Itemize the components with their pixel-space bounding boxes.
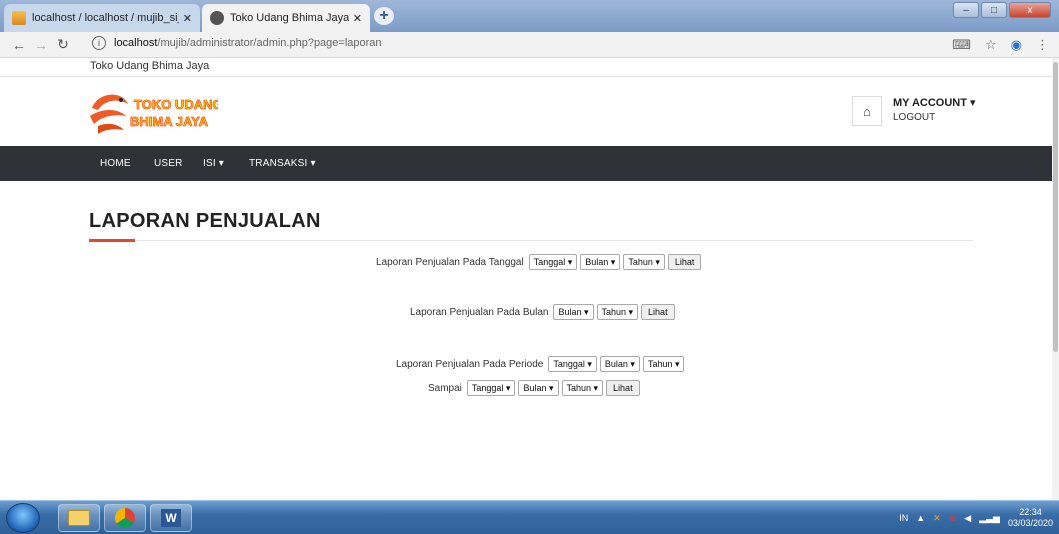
logo-text-line2: BHIMA JAYA bbox=[130, 114, 209, 129]
nav-isi[interactable]: ISI ▾ bbox=[203, 158, 224, 169]
phpmyadmin-icon bbox=[12, 11, 26, 25]
chrome-icon bbox=[115, 508, 135, 528]
nav-user[interactable]: USER bbox=[154, 158, 183, 169]
page-viewport: Toko Udang Bhima Jaya TOKO UDANG BHIMA J… bbox=[0, 58, 1052, 500]
select-bulan-akhir[interactable]: Bulan ▾ bbox=[518, 380, 559, 396]
select-bulan-awal[interactable]: Bulan ▾ bbox=[599, 356, 640, 372]
page-scrollbar[interactable] bbox=[1052, 58, 1059, 500]
clock[interactable]: 22:34 03/03/2020 bbox=[1008, 507, 1053, 529]
heading-accent-bar bbox=[89, 239, 135, 242]
address-bar: ← → ↻ i localhost/mujib/administrator/ad… bbox=[0, 32, 1059, 58]
bookmark-star-icon[interactable]: ☆ bbox=[985, 37, 997, 53]
close-tab-icon[interactable]: ✕ bbox=[353, 12, 362, 25]
tray-expand-icon[interactable]: ▲ bbox=[916, 513, 925, 523]
heading-divider bbox=[89, 240, 973, 241]
extension-icon[interactable]: ◉ bbox=[1011, 37, 1022, 53]
page-title: LAPORAN PENJUALAN bbox=[89, 210, 321, 232]
divider bbox=[0, 76, 1052, 77]
form-label: Laporan Penjualan Pada Tanggal bbox=[376, 256, 524, 268]
windows-taskbar: W IN ▲ ✕ ⊘ ◀ ▂▃▅ 22:34 03/03/2020 bbox=[0, 500, 1059, 534]
tab-title: localhost / localhost / mujib_si_1 bbox=[32, 12, 179, 24]
close-tab-icon[interactable]: ✕ bbox=[183, 12, 192, 25]
logo-text-line1: TOKO UDANG bbox=[134, 97, 218, 112]
tab-phpmyadmin[interactable]: localhost / localhost / mujib_si_1 ✕ bbox=[4, 4, 200, 32]
url-text: localhost/mujib/administrator/admin.php?… bbox=[114, 37, 382, 49]
tab-title: Toko Udang Bhima Jaya bbox=[230, 12, 349, 24]
language-indicator[interactable]: IN bbox=[899, 513, 908, 523]
select-tahun-awal[interactable]: Tahun ▾ bbox=[642, 356, 685, 372]
clock-date: 03/03/2020 bbox=[1007, 518, 1053, 528]
form-laporan-periode: Laporan Penjualan Pada Periode Tanggal ▾… bbox=[396, 356, 685, 372]
site-top-text: Toko Udang Bhima Jaya bbox=[90, 60, 210, 72]
lihat-button[interactable]: Lihat bbox=[641, 304, 675, 320]
minimize-button[interactable]: – bbox=[953, 2, 979, 18]
folder-icon bbox=[68, 510, 90, 526]
tray-app-icon[interactable]: ✕ bbox=[933, 513, 941, 524]
logout-link[interactable]: LOGOUT bbox=[893, 112, 935, 123]
url-host: localhost bbox=[114, 37, 158, 49]
word-taskbar-button[interactable]: W bbox=[150, 504, 192, 532]
tab-toko-udang[interactable]: Toko Udang Bhima Jaya ✕ bbox=[202, 4, 370, 32]
word-icon: W bbox=[161, 509, 181, 527]
form-label: Laporan Penjualan Pada Periode bbox=[396, 358, 544, 370]
explorer-taskbar-button[interactable] bbox=[58, 504, 100, 532]
start-button[interactable] bbox=[6, 503, 40, 533]
forward-icon[interactable]: → bbox=[30, 37, 52, 53]
url-path: /mujib/administrator/admin.php?page=lapo… bbox=[157, 37, 382, 49]
lihat-button[interactable]: Lihat bbox=[667, 254, 702, 270]
url-field[interactable]: i localhost/mujib/administrator/admin.ph… bbox=[92, 36, 382, 50]
reload-icon[interactable]: ↻ bbox=[52, 36, 74, 53]
clock-time: 22:34 bbox=[1019, 507, 1042, 517]
select-tanggal-akhir[interactable]: Tanggal ▾ bbox=[466, 380, 516, 396]
network-signal-icon[interactable]: ▂▃▅ bbox=[979, 513, 1000, 524]
main-navbar: HOME USER ISI ▾ TRANSAKSI ▾ bbox=[0, 146, 1052, 181]
nav-home[interactable]: HOME bbox=[100, 158, 131, 169]
lihat-button[interactable]: Lihat bbox=[606, 380, 640, 396]
close-window-button[interactable]: x bbox=[1009, 2, 1051, 18]
browser-titlebar: localhost / localhost / mujib_si_1 ✕ Tok… bbox=[0, 0, 1059, 32]
form-laporan-bulan: Laporan Penjualan Pada Bulan Bulan ▾ Tah… bbox=[410, 304, 675, 320]
maximize-button[interactable]: □ bbox=[981, 2, 1007, 18]
select-tahun-akhir[interactable]: Tahun ▾ bbox=[561, 380, 604, 396]
form-laporan-tanggal: Laporan Penjualan Pada Tanggal Tanggal ▾… bbox=[376, 254, 702, 270]
select-bulan[interactable]: Bulan ▾ bbox=[553, 304, 594, 320]
back-icon[interactable]: ← bbox=[8, 37, 30, 53]
scrollbar-thumb[interactable] bbox=[1053, 62, 1058, 352]
antivirus-icon[interactable]: ⊘ bbox=[949, 513, 957, 524]
menu-dots-icon[interactable]: ⋮ bbox=[1036, 37, 1049, 53]
chrome-taskbar-button[interactable] bbox=[104, 504, 146, 532]
globe-icon bbox=[210, 11, 224, 25]
account-button[interactable]: ⌂ bbox=[852, 96, 882, 126]
nav-transaksi[interactable]: TRANSAKSI ▾ bbox=[249, 158, 316, 169]
system-tray: IN ▲ ✕ ⊘ ◀ ▂▃▅ 22:34 03/03/2020 bbox=[899, 501, 1053, 534]
volume-icon[interactable]: ◀ bbox=[964, 513, 971, 524]
window-controls: – □ x bbox=[953, 2, 1051, 20]
shrimp-logo-icon: TOKO UDANG BHIMA JAYA bbox=[90, 94, 223, 134]
info-icon[interactable]: i bbox=[92, 36, 106, 50]
user-icon: ⌂ bbox=[863, 103, 871, 119]
new-tab-button[interactable]: + bbox=[374, 7, 394, 25]
form-laporan-periode-sampai: Sampai Tanggal ▾ Bulan ▾ Tahun ▾ Lihat bbox=[428, 380, 640, 396]
site-logo[interactable]: TOKO UDANG BHIMA JAYA bbox=[88, 86, 223, 136]
form-label: Laporan Penjualan Pada Bulan bbox=[410, 306, 549, 318]
select-bulan[interactable]: Bulan ▾ bbox=[580, 254, 621, 270]
select-tanggal[interactable]: Tanggal ▾ bbox=[528, 254, 578, 270]
my-account-dropdown[interactable]: MY ACCOUNT ▾ bbox=[893, 96, 976, 109]
address-bar-actions: ⌨ ☆ ◉ ⋮ bbox=[952, 37, 1049, 53]
translate-icon[interactable]: ⌨ bbox=[952, 37, 971, 53]
select-tahun[interactable]: Tahun ▾ bbox=[623, 254, 665, 270]
sampai-label: Sampai bbox=[428, 382, 462, 394]
select-tahun[interactable]: Tahun ▾ bbox=[596, 304, 639, 320]
select-tanggal-awal[interactable]: Tanggal ▾ bbox=[548, 356, 597, 372]
